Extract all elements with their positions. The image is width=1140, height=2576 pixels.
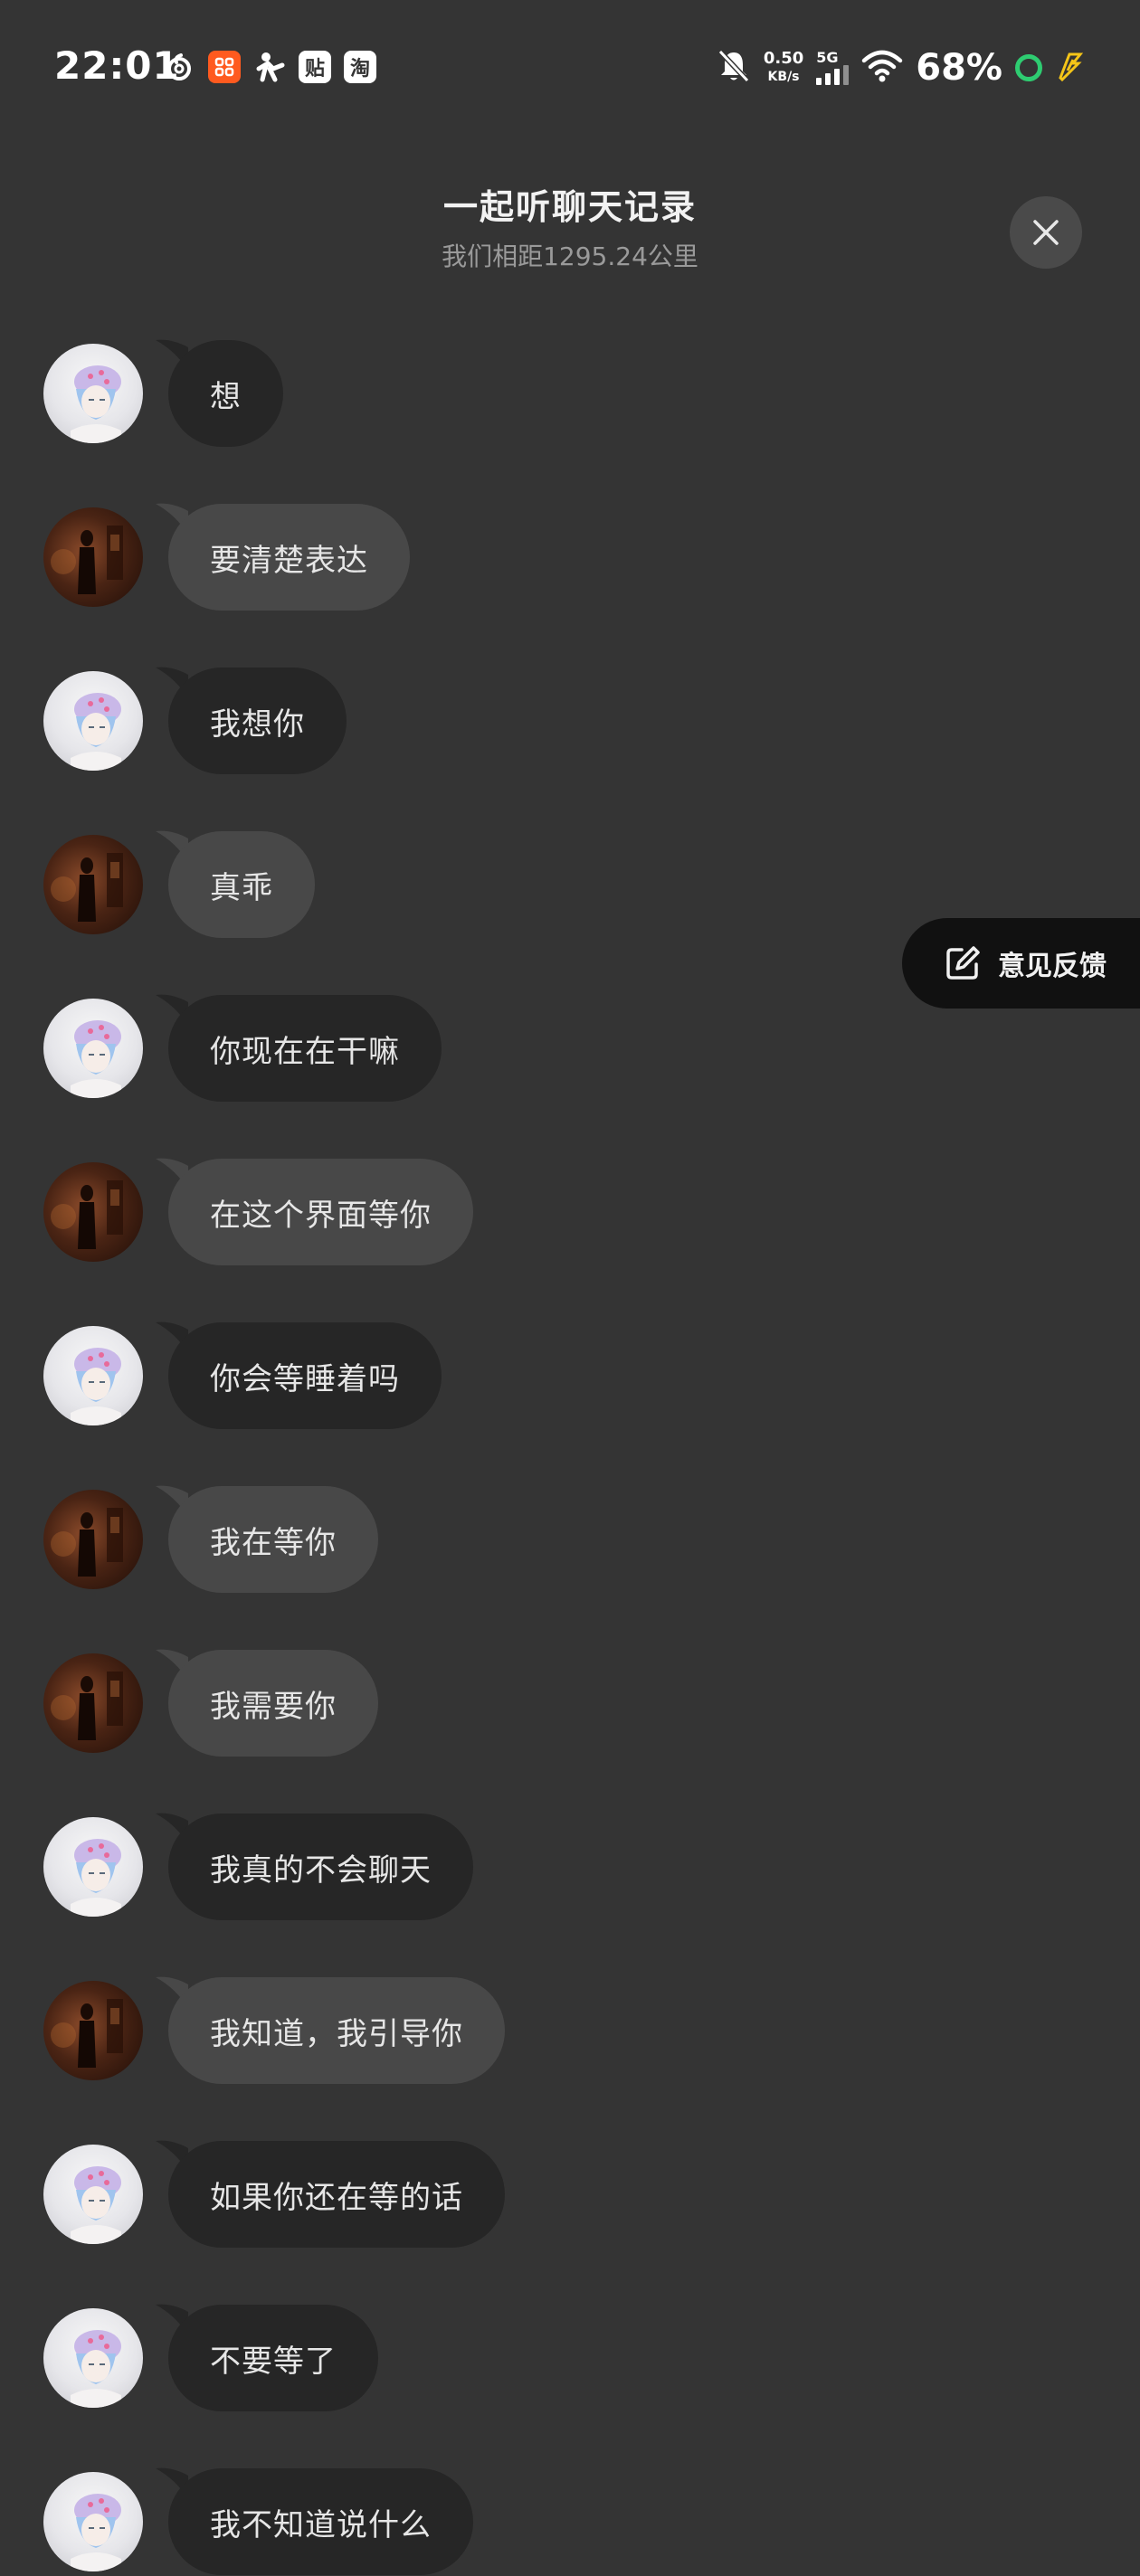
avatar-anime-user[interactable]: [43, 671, 143, 771]
message-bubble[interactable]: 想: [168, 340, 283, 447]
avatar-anime-user[interactable]: [43, 2308, 143, 2408]
chat-message-row: 你现在在干嘛: [43, 994, 442, 1103]
message-bubble-container: 你现在在干嘛: [156, 994, 442, 1102]
message-bubble[interactable]: 你现在在干嘛: [168, 995, 442, 1102]
orange-app-icon: [208, 51, 241, 83]
chat-message-row: 真乖: [43, 830, 315, 939]
chat-message-row: 我在等你: [43, 1485, 378, 1594]
avatar-anime-user[interactable]: [43, 344, 143, 443]
network-speed-value: 0.50: [763, 49, 804, 68]
message-bubble-container: 我真的不会聊天: [156, 1813, 473, 1920]
chat-message-row: 我需要你: [43, 1649, 378, 1757]
avatar-dark-user[interactable]: [43, 835, 143, 934]
status-time: 22:01: [54, 43, 180, 88]
chat-message-row: 要清楚表达: [43, 503, 410, 611]
message-bubble[interactable]: 真乖: [168, 831, 315, 938]
close-icon: [1033, 220, 1059, 245]
mute-bell-icon: [717, 48, 751, 88]
battery-ring-icon: [1015, 54, 1042, 81]
page-title: 一起听聊天记录: [442, 187, 697, 227]
charging-icon: [1055, 51, 1084, 85]
feedback-button[interactable]: 意见反馈: [902, 918, 1140, 1009]
netease-music-icon: [163, 51, 195, 83]
cellular-signal: 5G: [816, 49, 850, 85]
chat-message-row: 如果你还在等的话: [43, 2140, 505, 2249]
message-bubble-container: 不要等了: [156, 2304, 378, 2411]
message-bubble-container: 如果你还在等的话: [156, 2140, 505, 2248]
chat-message-row: 你会等睡着吗: [43, 1321, 442, 1430]
distance-subtitle: 我们相距1295.24公里: [442, 242, 698, 271]
avatar-anime-user[interactable]: [43, 2145, 143, 2244]
chat-message-row: 不要等了: [43, 2304, 378, 2412]
signal-bars-icon: [816, 65, 850, 85]
edit-icon: [946, 946, 980, 980]
chat-message-row: 在这个界面等你: [43, 1158, 473, 1266]
message-bubble-container: 我不知道说什么: [156, 2467, 473, 2575]
message-bubble[interactable]: 我在等你: [168, 1486, 378, 1593]
chat-message-row: 想: [43, 339, 283, 448]
message-bubble-container: 我想你: [156, 667, 347, 774]
message-bubble[interactable]: 我需要你: [168, 1650, 378, 1757]
avatar-dark-user[interactable]: [43, 507, 143, 607]
message-bubble[interactable]: 你会等睡着吗: [168, 1322, 442, 1429]
message-bubble-container: 要清楚表达: [156, 503, 410, 611]
status-indicators: 0.50 KB/s 5G 68%: [717, 47, 1084, 89]
avatar-anime-user[interactable]: [43, 1326, 143, 1425]
message-bubble-container: 我知道，我引导你: [156, 1976, 505, 2084]
tieba-app-icon: 贴: [299, 51, 331, 83]
message-bubble-container: 真乖: [156, 830, 315, 938]
chat-message-row: 我知道，我引导你: [43, 1976, 505, 2085]
chat-message-row: 我想你: [43, 667, 347, 775]
message-bubble[interactable]: 在这个界面等你: [168, 1159, 473, 1265]
avatar-anime-user[interactable]: [43, 999, 143, 1098]
message-bubble[interactable]: 我真的不会聊天: [168, 1814, 473, 1920]
message-bubble[interactable]: 要清楚表达: [168, 504, 410, 611]
avatar-dark-user[interactable]: [43, 1490, 143, 1589]
chat-message-row: 我真的不会聊天: [43, 1813, 473, 1921]
notification-app-icons: 贴 淘: [163, 51, 376, 83]
message-bubble-container: 在这个界面等你: [156, 1158, 473, 1265]
message-bubble[interactable]: 我不知道说什么: [168, 2468, 473, 2575]
message-bubble-container: 我需要你: [156, 1649, 378, 1757]
message-bubble-container: 想: [156, 339, 283, 447]
network-speed: 0.50 KB/s: [764, 50, 803, 86]
network-speed-unit: KB/s: [767, 70, 800, 84]
network-type-label: 5G: [816, 49, 839, 66]
message-bubble[interactable]: 我想你: [168, 668, 347, 774]
avatar-dark-user[interactable]: [43, 1162, 143, 1262]
message-bubble-container: 你会等睡着吗: [156, 1321, 442, 1429]
taobao-app-icon: 淘: [344, 51, 376, 83]
status-bar: 22:01 贴 淘 0.50 KB/s 5G 68%: [0, 0, 1140, 136]
message-bubble[interactable]: 我知道，我引导你: [168, 1977, 505, 2084]
wifi-icon: [861, 50, 903, 86]
avatar-dark-user[interactable]: [43, 1981, 143, 2080]
battery-percentage: 68%: [916, 47, 1002, 89]
message-bubble[interactable]: 如果你还在等的话: [168, 2141, 505, 2248]
chat-message-row: 我不知道说什么: [43, 2467, 473, 2576]
message-bubble-container: 我在等你: [156, 1485, 378, 1593]
runner-app-icon: [253, 51, 286, 83]
feedback-label: 意见反馈: [998, 951, 1107, 982]
message-bubble[interactable]: 不要等了: [168, 2305, 378, 2411]
avatar-anime-user[interactable]: [43, 1817, 143, 1917]
avatar-anime-user[interactable]: [43, 2472, 143, 2571]
avatar-dark-user[interactable]: [43, 1653, 143, 1753]
close-button[interactable]: [1010, 196, 1082, 269]
